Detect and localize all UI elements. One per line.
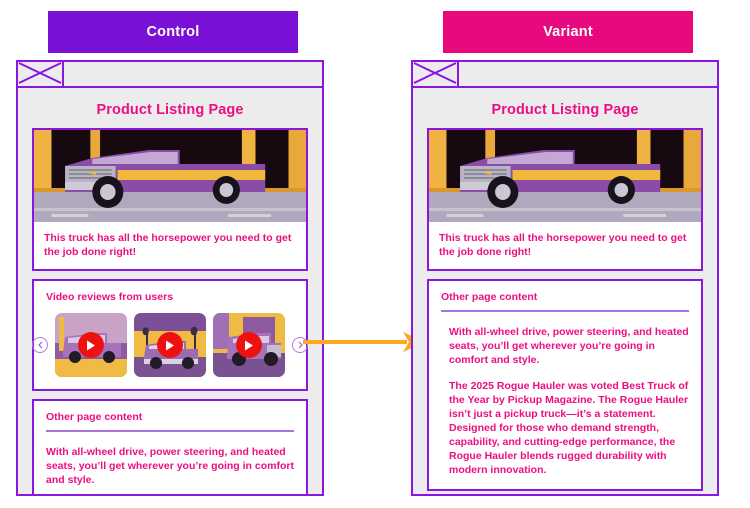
control-video-reviews-card: Video reviews from users: [32, 279, 308, 391]
play-icon[interactable]: [157, 332, 183, 358]
truck-hero-image: [429, 130, 701, 222]
comparison-stage: Control Product Listing Page This truck …: [0, 0, 750, 508]
control-column: Control Product Listing Page This truck …: [10, 0, 330, 508]
control-video-reviews-heading: Video reviews from users: [46, 291, 174, 303]
control-other-content-heading: Other page content: [46, 411, 143, 423]
variant-hero-card: This truck has all the horsepower you ne…: [427, 128, 703, 271]
variant-badge: Variant: [443, 11, 693, 53]
variant-other-content-body: Other page content With all-wheel drive,…: [429, 281, 701, 489]
variant-other-paragraph-2: The 2025 Rogue Hauler was voted Best Tru…: [449, 379, 689, 476]
variant-browser-frame: Product Listing Page This truck has all …: [411, 60, 719, 496]
play-icon[interactable]: [78, 332, 104, 358]
video-thumbnail[interactable]: [213, 313, 285, 377]
control-browser-chrome: [18, 62, 322, 88]
control-other-content-card: Other page content With all-wheel drive,…: [32, 399, 308, 494]
variant-badge-label: Variant: [543, 24, 593, 40]
control-badge: Control: [48, 11, 298, 53]
control-viewport: Product Listing Page This truck has all …: [18, 88, 322, 494]
variant-other-content-heading: Other page content: [441, 291, 538, 303]
play-icon[interactable]: [236, 332, 262, 358]
control-browser-frame: Product Listing Page This truck has all …: [16, 60, 324, 496]
control-other-paragraph-1: With all-wheel drive, power steering, an…: [46, 445, 294, 486]
variant-other-content-card: Other page content With all-wheel drive,…: [427, 279, 703, 491]
variant-hero-caption: This truck has all the horsepower you ne…: [439, 232, 687, 258]
variant-viewport: Product Listing Page This truck has all …: [413, 88, 717, 494]
truck-hero-image: [34, 130, 306, 222]
video-thumbnail[interactable]: [134, 313, 206, 377]
variant-other-paragraph-1: With all-wheel drive, power steering, an…: [449, 325, 689, 366]
control-page-title: Product Listing Page: [96, 102, 244, 118]
control-badge-label: Control: [146, 24, 200, 40]
video-carousel: [32, 303, 308, 389]
variant-column: Variant Product Listing Page This truck …: [405, 0, 725, 508]
crossed-box-icon: [18, 62, 64, 86]
variant-page-title: Product Listing Page: [491, 102, 639, 118]
variant-browser-chrome: [413, 62, 717, 88]
control-other-content-body: Other page content With all-wheel drive,…: [34, 401, 306, 494]
chevron-left-icon[interactable]: [32, 337, 48, 353]
control-hero-card: This truck has all the horsepower you ne…: [32, 128, 308, 271]
control-hero-caption: This truck has all the horsepower you ne…: [44, 232, 292, 258]
video-thumbnail[interactable]: [55, 313, 127, 377]
crossed-box-icon: [413, 62, 459, 86]
